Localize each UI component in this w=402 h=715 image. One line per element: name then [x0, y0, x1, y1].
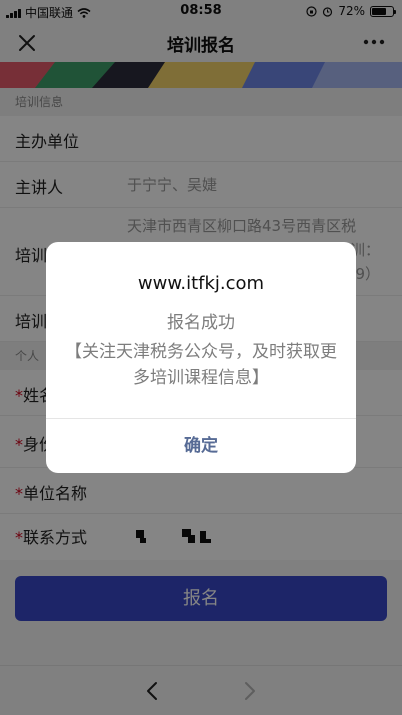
dialog-message-detail: 【关注天津税务公众号，及时获取更多培训课程信息】: [65, 342, 337, 388]
dialog-title: www.itfkj.com: [137, 273, 265, 294]
success-dialog: www.itfkj.com 报名成功 【关注天津税务公众号，及时获取更多培训课程…: [46, 242, 356, 473]
dialog-message-status: 报名成功: [167, 313, 235, 333]
confirm-button[interactable]: 确定: [46, 419, 356, 473]
